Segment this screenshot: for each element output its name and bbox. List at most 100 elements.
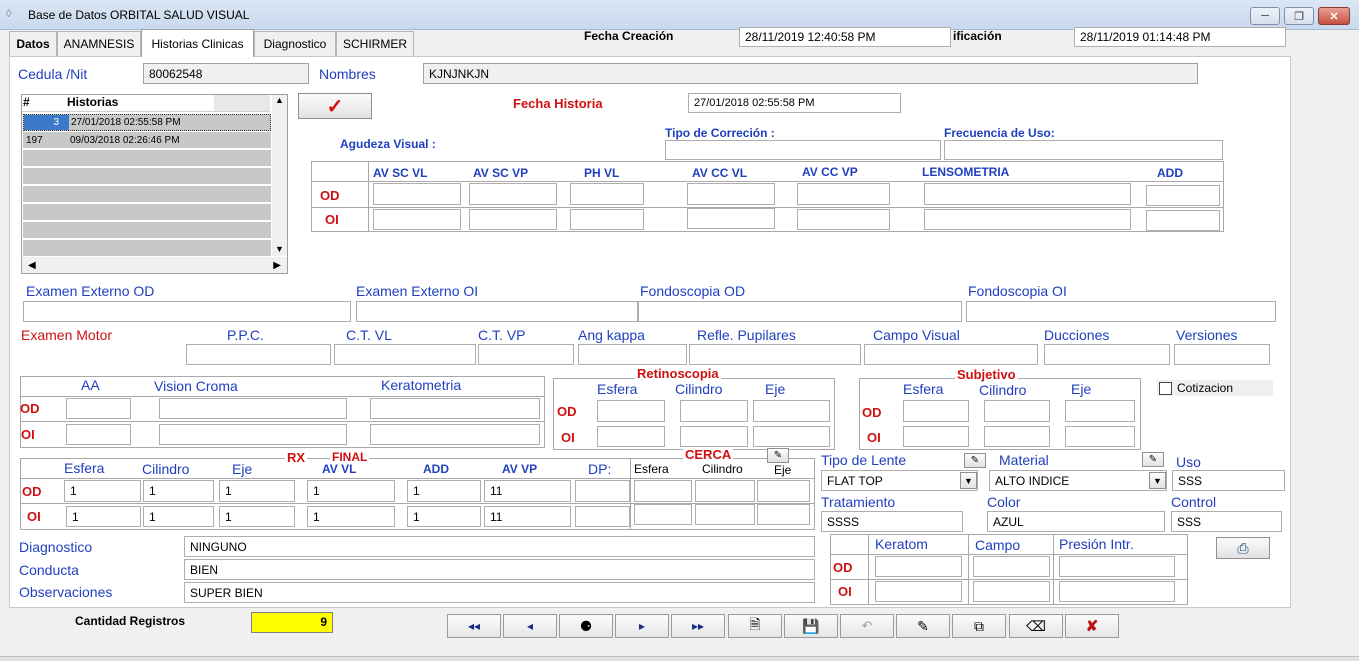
ct-vl-field[interactable] — [334, 344, 476, 365]
lensometria-od[interactable] — [924, 183, 1131, 205]
first-record-button[interactable]: ◂◂ — [447, 614, 501, 638]
fondoscopia-oi-field[interactable] — [966, 301, 1276, 322]
cerca-esfera-oi[interactable] — [634, 504, 692, 525]
delete-eraser-button[interactable]: ⌫ — [1009, 614, 1063, 638]
next-record-button[interactable]: ▸ — [615, 614, 669, 638]
rx-dp-oi[interactable] — [575, 506, 630, 527]
ph-vl-od[interactable] — [570, 183, 644, 205]
uso-field[interactable]: SSS — [1172, 470, 1285, 491]
ret-cilindro-od[interactable] — [680, 400, 748, 422]
aa-od-field[interactable] — [66, 398, 131, 419]
control-field[interactable]: SSS — [1171, 511, 1282, 532]
cerca-esfera-od[interactable] — [634, 480, 692, 502]
grid-row[interactable]: 197 09/03/2018 02:26:46 PM — [23, 132, 271, 149]
tipo-correccion-field[interactable] — [665, 140, 941, 160]
ppc-field[interactable] — [186, 344, 331, 365]
horizontal-scrollbar[interactable]: ◀ ▶ — [22, 257, 287, 273]
campo-visual-field[interactable] — [864, 344, 1038, 365]
av-sc-vl-oi[interactable] — [373, 209, 461, 230]
av-cc-vl-od[interactable] — [687, 183, 775, 205]
material-dropdown[interactable]: ▼ — [1149, 472, 1166, 489]
lensometria-oi[interactable] — [924, 209, 1131, 230]
ret-cilindro-oi[interactable] — [680, 426, 748, 447]
grid-row-selected[interactable]: 3 27/01/2018 02:55:58 PM — [23, 114, 271, 131]
find-button[interactable]: ⚈ — [559, 614, 613, 638]
cancel-button[interactable]: ✘ — [1065, 614, 1119, 638]
presion-od[interactable] — [1059, 556, 1175, 577]
prev-record-button[interactable]: ◂ — [503, 614, 557, 638]
sub-esfera-oi[interactable] — [903, 426, 969, 447]
rx-esfera-oi[interactable]: 1 — [66, 506, 141, 527]
av-cc-vp-oi[interactable] — [797, 209, 890, 230]
sub-esfera-od[interactable] — [903, 400, 969, 422]
cerca-eje-od[interactable] — [757, 480, 810, 502]
cerca-cilindro-oi[interactable] — [695, 504, 755, 525]
add-oi[interactable] — [1146, 210, 1220, 231]
ret-eje-oi[interactable] — [753, 426, 830, 447]
rx-add-od[interactable]: 1 — [407, 480, 481, 502]
refle-pupilares-field[interactable] — [689, 344, 861, 365]
observaciones-field[interactable]: SUPER BIEN — [184, 582, 815, 603]
rx-av-vl-od[interactable]: 1 — [307, 480, 395, 502]
tab-anamnesis[interactable]: ANAMNESIS — [57, 31, 141, 56]
fecha-historia-field[interactable]: 27/01/2018 02:55:58 PM — [688, 93, 901, 113]
keratom-oi[interactable] — [875, 581, 962, 602]
rx-esfera-od[interactable]: 1 — [64, 480, 141, 502]
fondoscopia-od-field[interactable] — [638, 301, 962, 322]
undo-button[interactable]: ↶ — [840, 614, 894, 638]
rx-cilindro-oi[interactable]: 1 — [143, 506, 214, 527]
fecha-modificacion-field[interactable]: 28/11/2019 01:14:48 PM — [1074, 27, 1286, 47]
add-od[interactable] — [1146, 185, 1220, 206]
ret-eje-od[interactable] — [753, 400, 830, 422]
cerca-cilindro-od[interactable] — [695, 480, 755, 502]
keratometria-oi-field[interactable] — [370, 424, 540, 445]
av-cc-vp-od[interactable] — [797, 183, 890, 205]
vision-croma-od-field[interactable] — [159, 398, 347, 419]
tipo-lente-notepad-button[interactable]: ✎ — [964, 453, 986, 468]
material-notepad-button[interactable]: ✎ — [1142, 452, 1164, 467]
cerca-notepad-button[interactable]: ✎ — [767, 448, 789, 463]
rx-av-vl-oi[interactable]: 1 — [307, 506, 395, 527]
frecuencia-field[interactable] — [944, 140, 1223, 160]
nombres-field[interactable]: KJNJNKJN — [423, 63, 1198, 84]
vertical-scrollbar[interactable]: ▲ ▼ — [272, 95, 287, 256]
ducciones-field[interactable] — [1044, 344, 1170, 365]
material-select[interactable]: ALTO INDICE — [989, 470, 1167, 491]
print-button[interactable]: ⎙ — [1216, 537, 1270, 559]
av-cc-vl-oi[interactable] — [687, 208, 775, 229]
rx-eje-oi[interactable]: 1 — [219, 506, 295, 527]
tab-historias-clinicas[interactable]: Historias Clinicas — [141, 29, 254, 57]
sub-cilindro-od[interactable] — [984, 400, 1050, 422]
tab-datos[interactable]: Datos — [9, 31, 57, 56]
tab-schirmer[interactable]: SCHIRMER — [336, 31, 414, 56]
tipo-lente-dropdown[interactable]: ▼ — [960, 472, 977, 489]
historias-grid[interactable]: # Historias 3 27/01/2018 02:55:58 PM 197… — [21, 94, 288, 274]
ang-kappa-field[interactable] — [578, 344, 687, 365]
av-sc-vp-od[interactable] — [469, 183, 557, 205]
versiones-field[interactable] — [1174, 344, 1270, 365]
tipo-lente-select[interactable]: FLAT TOP — [821, 470, 978, 491]
keratom-od[interactable] — [875, 556, 962, 577]
sub-eje-oi[interactable] — [1065, 426, 1135, 447]
tab-diagnostico[interactable]: Diagnostico — [254, 31, 336, 56]
checkbox-box[interactable] — [1159, 381, 1172, 395]
fecha-creacion-field[interactable]: 28/11/2019 12:40:58 PM — [739, 27, 951, 47]
diagnostico-field[interactable]: NINGUNO — [184, 536, 815, 557]
vision-croma-oi-field[interactable] — [159, 424, 347, 445]
av-sc-vl-od[interactable] — [373, 183, 461, 205]
rx-cilindro-od[interactable]: 1 — [143, 480, 214, 502]
edit-button[interactable]: ✎ — [896, 614, 950, 638]
last-record-button[interactable]: ▸▸ — [671, 614, 725, 638]
campo-oi[interactable] — [973, 581, 1050, 602]
check-button[interactable]: ✓ — [298, 93, 372, 119]
examen-externo-od-field[interactable] — [23, 301, 351, 322]
aa-oi-field[interactable] — [66, 424, 131, 445]
sub-eje-od[interactable] — [1065, 400, 1135, 422]
tratamiento-field[interactable]: SSSS — [821, 511, 963, 532]
rx-add-oi[interactable]: 1 — [407, 506, 481, 527]
minimize-button[interactable]: ─ — [1250, 7, 1280, 25]
sub-cilindro-oi[interactable] — [984, 426, 1050, 447]
rx-dp-od[interactable] — [575, 480, 630, 502]
cotizacion-checkbox[interactable]: Cotizacion — [1157, 380, 1273, 396]
copy-button[interactable]: ⧉ — [952, 614, 1006, 638]
